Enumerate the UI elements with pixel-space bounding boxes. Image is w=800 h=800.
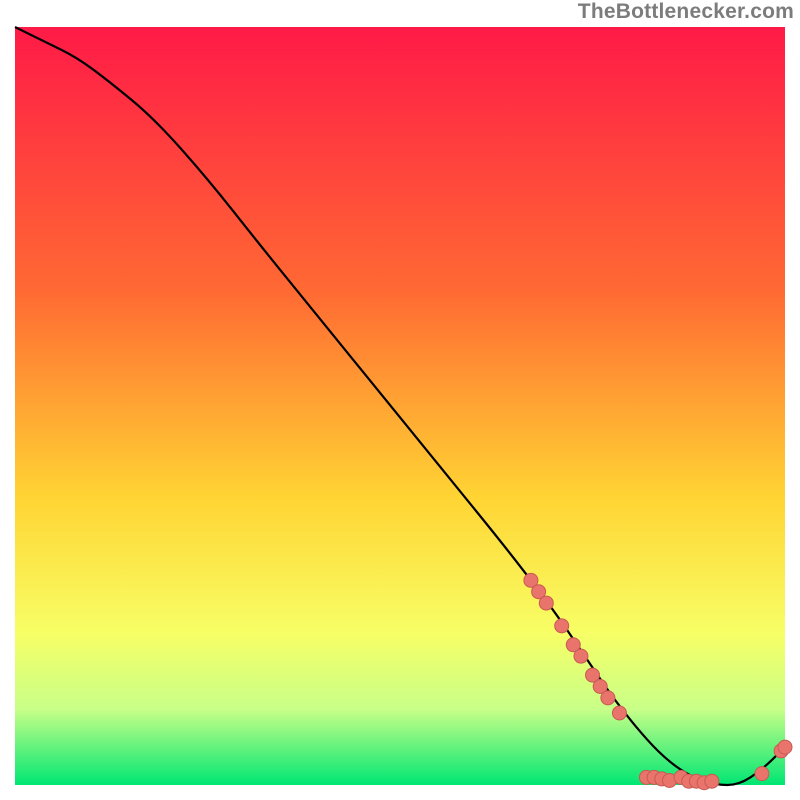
watermark-text: TheBottlenecker.com (578, 0, 794, 24)
data-point (755, 767, 769, 781)
data-point (539, 596, 553, 610)
data-point (778, 740, 792, 754)
data-point (574, 649, 588, 663)
data-point (612, 706, 626, 720)
chart-stage: TheBottlenecker.com (0, 0, 800, 800)
gradient-background (15, 27, 785, 785)
bottleneck-chart (0, 0, 800, 800)
data-point (705, 774, 719, 788)
data-point (555, 619, 569, 633)
data-point (601, 691, 615, 705)
